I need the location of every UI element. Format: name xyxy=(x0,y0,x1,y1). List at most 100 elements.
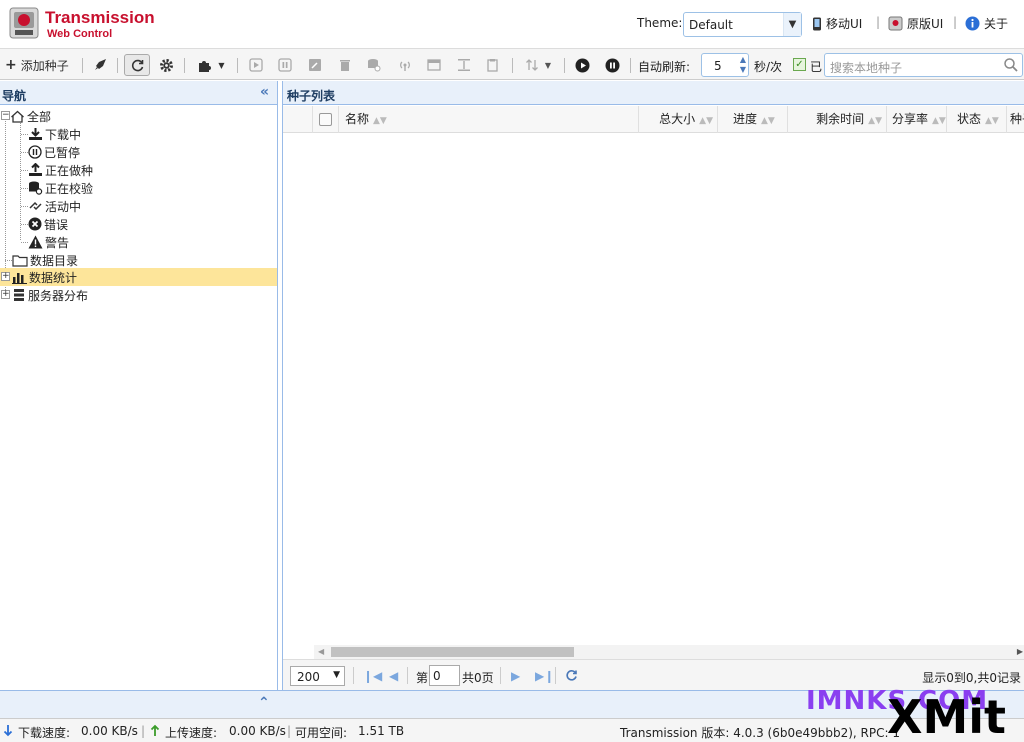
upload-speed-icon xyxy=(150,724,160,736)
nav-item-statistics[interactable]: + 数据统计 xyxy=(0,268,277,286)
pause-button[interactable] xyxy=(276,54,294,76)
delete-button[interactable] xyxy=(336,54,354,76)
header-separator: | xyxy=(876,15,881,29)
toolbar-separator xyxy=(82,58,83,73)
search-icon[interactable] xyxy=(1003,57,1019,73)
page-number-input[interactable]: 0 xyxy=(429,665,460,686)
nav-item-paused[interactable]: 已暂停 xyxy=(0,143,277,161)
tree-line xyxy=(21,188,28,189)
reannounce-button[interactable] xyxy=(396,54,414,76)
search-placeholder: 搜索本地种子 xyxy=(830,61,903,75)
about-link[interactable]: 关于 xyxy=(965,15,1008,32)
first-page-icon[interactable]: ❙◀ xyxy=(363,669,382,683)
nav-panel-header: 导航 « xyxy=(0,81,277,105)
column-status[interactable]: 状态 ▲▼ xyxy=(947,106,1007,133)
nav-title: 导航 xyxy=(2,89,27,103)
auto-refresh-checkbox[interactable]: ✓ xyxy=(793,58,806,71)
tree-line xyxy=(21,224,28,225)
next-page-icon[interactable]: ▶ xyxy=(511,669,520,683)
select-all-checkbox[interactable] xyxy=(319,113,332,126)
column-ratio[interactable]: 分享率 ▲▼ xyxy=(887,106,947,133)
pager-separator xyxy=(555,667,556,684)
start-button[interactable] xyxy=(247,54,265,76)
reload-icon[interactable] xyxy=(565,669,578,682)
download-speed-icon xyxy=(3,725,13,737)
nav-item-downloading[interactable]: 下载中 xyxy=(0,125,277,143)
search-input[interactable]: 搜索本地种子 xyxy=(824,53,1023,77)
refresh-button[interactable] xyxy=(124,54,150,76)
sort-icon: ▲▼ xyxy=(868,116,882,126)
chevron-down-icon: ▼ xyxy=(783,13,801,36)
column-label: 状态 xyxy=(957,112,982,126)
status-separator: | xyxy=(287,724,292,738)
theme-select[interactable]: Default ▼ xyxy=(683,12,802,37)
add-torrent-button[interactable]: + 添加种子 xyxy=(5,54,69,76)
original-ui-icon xyxy=(888,16,903,31)
spinner-icon[interactable]: ▲ ▼ xyxy=(740,55,746,75)
tree-line xyxy=(21,170,28,171)
nav-item-data-folder[interactable]: 数据目录 xyxy=(0,251,277,269)
nav-item-checking[interactable]: 正在校验 xyxy=(0,179,277,197)
sort-icon: ▲▼ xyxy=(373,116,387,126)
collapse-icon[interactable]: − xyxy=(1,111,10,120)
page-size-select[interactable]: 200 ▼ xyxy=(290,666,345,686)
nav-item-active[interactable]: 活动中 xyxy=(0,197,277,215)
original-ui-link[interactable]: 原版UI xyxy=(888,15,943,32)
tree-line xyxy=(21,206,28,207)
plugins-menu-button[interactable]: ▼ xyxy=(193,54,229,76)
horizontal-scrollbar[interactable]: ◀ ▶ xyxy=(314,645,1024,659)
auto-refresh-input[interactable]: 5 ▲ ▼ xyxy=(701,53,749,77)
tree-line xyxy=(5,260,12,261)
copy-button[interactable] xyxy=(484,54,502,76)
version-info: Transmission 版本: 4.0.3 (6b0e49bbb2), RPC… xyxy=(620,726,901,740)
theme-value: Default xyxy=(689,18,733,32)
nav-item-seeding[interactable]: 正在做种 xyxy=(0,161,277,179)
last-page-icon[interactable]: ▶❙ xyxy=(535,669,554,683)
nav-item-label: 数据统计 xyxy=(29,270,78,285)
scroll-left-icon[interactable]: ◀ xyxy=(318,647,324,656)
column-size[interactable]: 总大小 ▲▼ xyxy=(639,106,718,133)
nav-item-error[interactable]: 错误 xyxy=(0,215,277,233)
pause-all-button[interactable] xyxy=(603,54,621,76)
page-size-value: 200 xyxy=(297,670,320,684)
nav-item-label: 下载中 xyxy=(45,127,82,142)
prev-page-icon[interactable]: ◀ xyxy=(389,669,398,683)
column-progress[interactable]: 进度 ▲▼ xyxy=(718,106,788,133)
check-icon xyxy=(29,181,43,195)
rocket-button[interactable] xyxy=(91,54,109,76)
scroll-right-icon[interactable]: ▶ xyxy=(1017,647,1023,656)
free-space-label: 可用空间: xyxy=(295,726,348,740)
verify-icon xyxy=(368,59,381,72)
nav-item-server-distribution[interactable]: + 服务器分布 xyxy=(0,286,277,304)
change-dir-button[interactable] xyxy=(425,54,443,76)
sort-menu-button[interactable]: ▼ xyxy=(520,54,556,76)
tree-line xyxy=(21,134,28,135)
row-number-column xyxy=(283,106,313,133)
upload-speed-label: 上传速度: xyxy=(165,726,218,740)
expand-icon[interactable]: + xyxy=(1,272,10,281)
toolbar-separator xyxy=(512,58,513,73)
scrollbar-thumb[interactable] xyxy=(331,647,574,657)
column-seeds[interactable]: 种子 xyxy=(1007,106,1024,133)
settings-button[interactable] xyxy=(157,54,175,76)
edit-button[interactable] xyxy=(306,54,324,76)
collapse-left-icon[interactable]: « xyxy=(260,84,269,100)
split-icon xyxy=(458,59,470,71)
column-name[interactable]: 名称 ▲▼ xyxy=(339,106,639,133)
list-panel-header: 种子列表 xyxy=(283,81,1024,105)
start-all-button[interactable] xyxy=(573,54,591,76)
nav-item-all[interactable]: − 全部 xyxy=(0,107,277,125)
column-remaining-time[interactable]: 剩余时间 ▲▼ xyxy=(788,106,887,133)
torrent-list-panel: 种子列表 名称 ▲▼ 总大小 ▲▼ 进度 ▲▼ 剩余时间 ▲▼ 分享率 ▲▼ 状态 ▲▼ 种… xyxy=(282,81,1024,690)
split-button[interactable] xyxy=(455,54,473,76)
nav-item-warning[interactable]: 警告 xyxy=(0,233,277,251)
server-icon xyxy=(14,289,24,301)
nav-item-label: 服务器分布 xyxy=(28,288,89,303)
toolbar-separator xyxy=(184,58,185,73)
mobile-ui-link[interactable]: 移动UI xyxy=(812,15,862,32)
pager-separator xyxy=(500,667,501,684)
mobile-icon xyxy=(813,17,821,30)
expand-icon[interactable]: + xyxy=(1,290,10,299)
expand-up-icon[interactable]: ⌃ xyxy=(258,695,270,711)
verify-button[interactable] xyxy=(365,54,383,76)
